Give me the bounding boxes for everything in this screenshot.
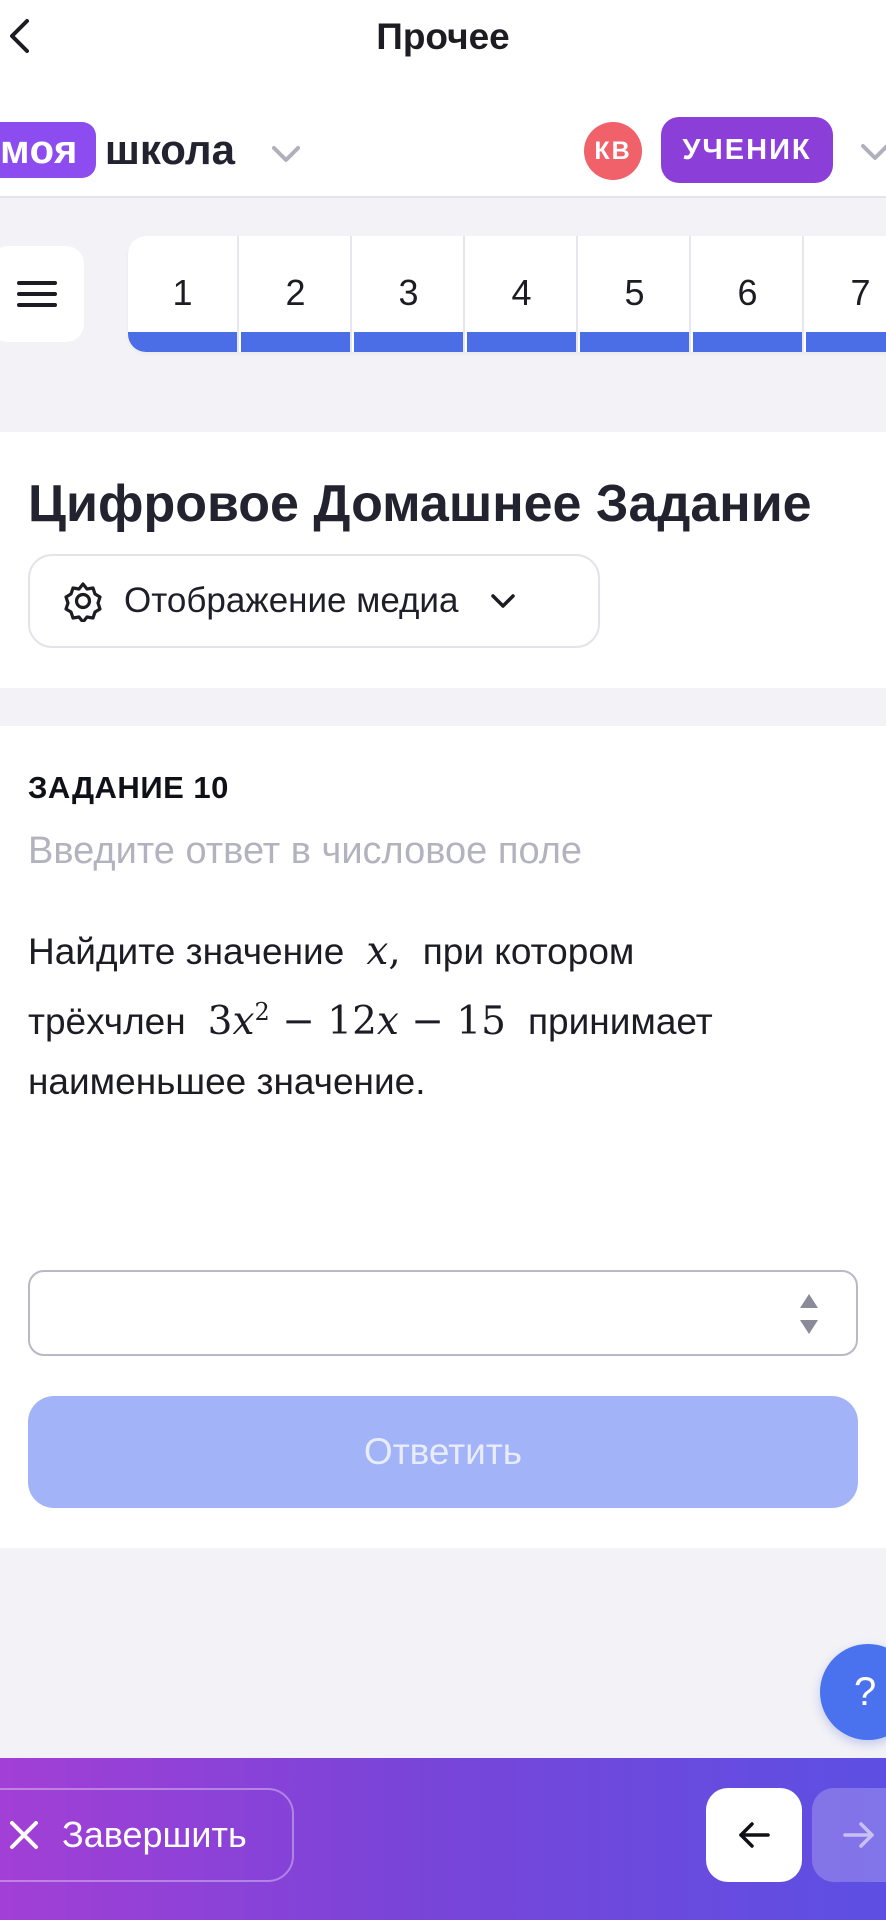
media-display-label: Отображение медиа (124, 581, 459, 620)
task-number-label: 5 (624, 272, 645, 313)
task-text-part: наименьшее значение. (28, 1061, 426, 1102)
next-task-button[interactable] (812, 1788, 886, 1882)
help-button[interactable]: ? (820, 1644, 886, 1740)
task-number-label: 6 (737, 272, 758, 313)
arrow-left-icon (739, 1822, 770, 1848)
finish-label: Завершить (62, 1814, 247, 1855)
task-status-bar (467, 332, 576, 352)
task-status-bar (693, 332, 802, 352)
task-text-part: Найдите значение (28, 931, 345, 972)
logo-part-shkola: школа (104, 126, 235, 173)
task-number-label: 3 (398, 272, 419, 313)
formula-exponent: 2 (254, 998, 270, 1026)
chevron-down-icon (491, 594, 516, 608)
formula-tail: − 15 (411, 999, 506, 1044)
gear-icon (64, 582, 102, 622)
previous-task-button[interactable] (706, 1788, 802, 1882)
formula-rest: − 12 (282, 999, 377, 1044)
chevron-down-icon[interactable] (268, 138, 304, 168)
task-number-6[interactable]: 6 (693, 236, 804, 352)
task-hint: Введите ответ в числовое поле (28, 830, 583, 872)
math-var: x (366, 929, 389, 974)
task-number-strip: 1 2 3 4 5 6 7 (128, 236, 886, 352)
task-number-label: 2 (285, 272, 306, 313)
task-status-bar (354, 332, 463, 352)
avatar[interactable]: КВ (584, 122, 642, 180)
role-badge[interactable]: УЧЕНИК (661, 117, 833, 183)
task-text-part: принимает (528, 1001, 713, 1042)
task-number-2[interactable]: 2 (241, 236, 352, 352)
math-formula: 3x2 − 12x − 15 (207, 998, 506, 1044)
formula-var: x (376, 999, 399, 1044)
formula-var: x (232, 999, 255, 1044)
media-display-dropdown[interactable]: Отображение медиа (28, 554, 600, 648)
task-statement: Найдите значение x, при котором трёхчлен 3x… (28, 922, 858, 1112)
finish-button[interactable]: Завершить (0, 1788, 294, 1882)
answer-number-field[interactable] (28, 1270, 858, 1356)
task-status-bar (580, 332, 689, 352)
task-number-label: 4 (511, 272, 532, 313)
arrow-right-icon (843, 1822, 874, 1848)
answer-input[interactable] (50, 1272, 810, 1352)
submit-answer-button[interactable]: Ответить (28, 1396, 858, 1508)
task-number-label: 1 (172, 272, 193, 313)
task-number-1[interactable]: 1 (128, 236, 239, 352)
task-number-3[interactable]: 3 (354, 236, 465, 352)
top-navigation: Прочее моя школа КВ УЧЕНИК (0, 0, 886, 198)
menu-button[interactable] (0, 246, 84, 342)
task-number-7[interactable]: 7 (806, 236, 886, 352)
homework-header-card: Цифровое Домашнее Задание Отображение ме… (0, 432, 886, 688)
task-status-bar (806, 332, 886, 352)
task-status-bar (241, 332, 350, 352)
task-text-part: при котором (422, 931, 635, 972)
task-number-5[interactable]: 5 (580, 236, 691, 352)
logo-part-moya: моя (0, 122, 96, 178)
school-logo[interactable]: моя школа (0, 122, 235, 178)
task-status-bar (128, 332, 237, 352)
task-number-label: 7 (850, 272, 871, 313)
close-icon (10, 1821, 38, 1849)
task-label: ЗАДАНИЕ 10 (28, 770, 229, 805)
role-chevron-down-icon[interactable] (860, 138, 886, 168)
page-title: Цифровое Домашнее Задание (28, 475, 812, 533)
math-variable: x, (366, 929, 401, 974)
task-card: ЗАДАНИЕ 10 Введите ответ в числовое поле… (0, 726, 886, 1548)
bottom-action-bar: Завершить (0, 1758, 886, 1920)
spinner-icon[interactable] (798, 1290, 820, 1338)
menu-icon (17, 281, 57, 307)
task-text-part: трёхчлен (28, 1001, 186, 1042)
nav-title: Прочее (376, 16, 510, 57)
formula-coef: 3 (207, 999, 233, 1044)
task-number-4[interactable]: 4 (467, 236, 578, 352)
